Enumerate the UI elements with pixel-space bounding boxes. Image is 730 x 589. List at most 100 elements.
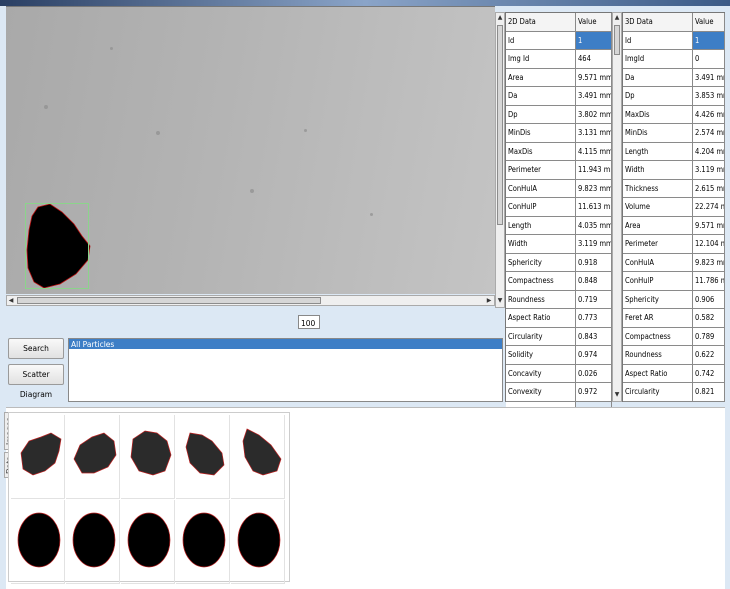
property-value-cell[interactable]: 1 xyxy=(693,31,725,50)
property-name-cell: Compactness xyxy=(506,272,576,291)
particle-thumbnail[interactable] xyxy=(231,500,285,584)
particle-thumbnail[interactable] xyxy=(11,415,65,499)
property-name-cell: Id xyxy=(506,31,576,50)
property-value-cell[interactable]: 4.204 mm xyxy=(693,142,725,161)
property-value-cell[interactable]: 3.491 mm xyxy=(576,87,612,106)
zoom-input[interactable]: 100 xyxy=(298,315,320,329)
property-name-cell: Perimeter xyxy=(506,161,576,180)
scroll-down-arrow-icon[interactable]: ▼ xyxy=(613,391,621,400)
property-name-cell: ConHulP xyxy=(506,198,576,217)
property-value-cell[interactable]: 0.622 xyxy=(693,346,725,365)
scroll-up-arrow-icon[interactable]: ▲ xyxy=(496,14,504,23)
property-value-cell[interactable]: 0.026 xyxy=(576,364,612,383)
property-value-cell[interactable]: 11.613 mm xyxy=(576,198,612,217)
particle-silhouette xyxy=(237,512,281,568)
property-value-cell[interactable]: 4.035 mm xyxy=(576,216,612,235)
column-header: Value xyxy=(693,13,725,32)
particle-silhouette xyxy=(17,512,61,568)
image-viewer[interactable] xyxy=(6,6,495,294)
property-value-cell[interactable]: 0.719 xyxy=(576,290,612,309)
property-name-cell: MinDis xyxy=(623,124,693,143)
property-value-cell[interactable]: 9.823 mm xyxy=(693,253,725,272)
particle-thumbnail[interactable] xyxy=(121,500,175,584)
property-name-cell: Width xyxy=(623,161,693,180)
table-2d-data[interactable]: 2D DataValueId1Img Id464Area9.571 mm2Da3… xyxy=(505,12,612,420)
particle-thumbnail[interactable] xyxy=(176,500,230,584)
property-value-cell[interactable]: 12.104 mm xyxy=(693,235,725,254)
particle-thumbnail[interactable] xyxy=(121,415,175,499)
property-name-cell: Area xyxy=(623,216,693,235)
property-value-cell[interactable]: 0.972 xyxy=(576,383,612,402)
property-value-cell[interactable]: 0.918 xyxy=(576,253,612,272)
property-value-cell[interactable]: 0.906 xyxy=(693,290,725,309)
property-name-cell: Sphericity xyxy=(623,290,693,309)
property-name-cell: Length xyxy=(506,216,576,235)
property-value-cell[interactable]: 3.131 mm xyxy=(576,124,612,143)
particle-image xyxy=(73,432,117,474)
property-value-cell[interactable]: 0.821 xyxy=(693,383,725,402)
property-name-cell: Dp xyxy=(623,87,693,106)
particle-list[interactable]: All Particles xyxy=(68,338,503,402)
property-value-cell[interactable]: 3.802 mm xyxy=(576,105,612,124)
property-value-cell[interactable]: 3.119 mm xyxy=(693,161,725,180)
particle-thumbnail[interactable] xyxy=(66,415,120,499)
particle-image xyxy=(130,430,172,476)
property-value-cell[interactable]: 1 xyxy=(576,31,612,50)
search-particles-button[interactable]: Search Particles xyxy=(8,338,64,373)
property-name-cell: Roundness xyxy=(623,346,693,365)
property-value-cell[interactable]: 0.742 xyxy=(693,364,725,383)
property-value-cell[interactable]: 0.773 xyxy=(576,309,612,328)
property-name-cell: Circularity xyxy=(506,327,576,346)
scroll-left-arrow-icon[interactable]: ◀ xyxy=(7,297,15,306)
scroll-down-arrow-icon[interactable]: ▼ xyxy=(496,297,504,306)
scatter-diagram-button[interactable]: Scatter Diagram xyxy=(8,364,64,399)
property-value-cell[interactable]: 11.943 mm xyxy=(576,161,612,180)
property-name-cell: Convexity xyxy=(506,383,576,402)
viewer-vertical-scrollbar[interactable]: ▲ ▼ xyxy=(495,12,505,308)
property-value-cell[interactable]: 0.582 xyxy=(693,309,725,328)
particle-thumbnail[interactable] xyxy=(11,500,65,584)
property-value-cell[interactable]: 22.274 mm xyxy=(693,198,725,217)
property-value-cell[interactable]: 0 xyxy=(693,50,725,69)
property-name-cell: ConHulP xyxy=(623,272,693,291)
particle-thumbnail-grid[interactable] xyxy=(8,412,290,584)
property-value-cell[interactable]: 464 xyxy=(576,50,612,69)
property-value-cell[interactable]: 0.843 xyxy=(576,327,612,346)
property-name-cell: MaxDis xyxy=(506,142,576,161)
scroll-right-arrow-icon[interactable]: ▶ xyxy=(485,297,493,306)
property-value-cell[interactable]: 4.115 mm xyxy=(576,142,612,161)
property-name-cell: Length xyxy=(623,142,693,161)
property-name-cell: Thickness xyxy=(623,179,693,198)
property-value-cell[interactable]: 3.119 mm xyxy=(576,235,612,254)
scroll-thumb[interactable] xyxy=(497,25,503,225)
property-value-cell[interactable]: 9.823 mm2 xyxy=(576,179,612,198)
particle-silhouette xyxy=(182,512,226,568)
property-value-cell[interactable]: 0.974 xyxy=(576,346,612,365)
list-item[interactable]: All Particles xyxy=(69,339,502,349)
particle-thumbnail[interactable] xyxy=(231,415,285,499)
particle-image xyxy=(185,432,225,476)
property-value-cell[interactable]: 0.848 xyxy=(576,272,612,291)
property-name-cell: Solidity xyxy=(506,346,576,365)
table-vertical-scrollbar[interactable]: ▲ ▼ xyxy=(612,12,622,402)
property-value-cell[interactable]: 3.491 mm xyxy=(693,68,725,87)
property-value-cell[interactable]: 3.853 mm xyxy=(693,87,725,106)
property-name-cell: ImgId xyxy=(623,50,693,69)
property-value-cell[interactable]: 4.426 mm xyxy=(693,105,725,124)
scroll-up-arrow-icon[interactable]: ▲ xyxy=(613,14,621,23)
property-value-cell[interactable]: 2.574 mm xyxy=(693,124,725,143)
particle-thumbnail[interactable] xyxy=(66,500,120,584)
particle-thumbnail[interactable] xyxy=(176,415,230,499)
viewer-horizontal-scrollbar[interactable]: ◀ ▶ xyxy=(6,295,495,306)
property-value-cell[interactable]: 9.571 mm xyxy=(693,216,725,235)
particle-image xyxy=(242,428,282,476)
property-value-cell[interactable]: 11.786 mm xyxy=(693,272,725,291)
property-value-cell[interactable]: 9.571 mm2 xyxy=(576,68,612,87)
scroll-thumb[interactable] xyxy=(614,25,620,55)
property-name-cell: Img Id xyxy=(506,50,576,69)
particle-silhouette xyxy=(72,512,116,568)
table-3d-data[interactable]: 3D DataValueId1ImgId0Da3.491 mmDp3.853 m… xyxy=(622,12,725,402)
property-value-cell[interactable]: 0.789 xyxy=(693,327,725,346)
property-value-cell[interactable]: 2.615 mm xyxy=(693,179,725,198)
scroll-thumb[interactable] xyxy=(17,297,321,304)
